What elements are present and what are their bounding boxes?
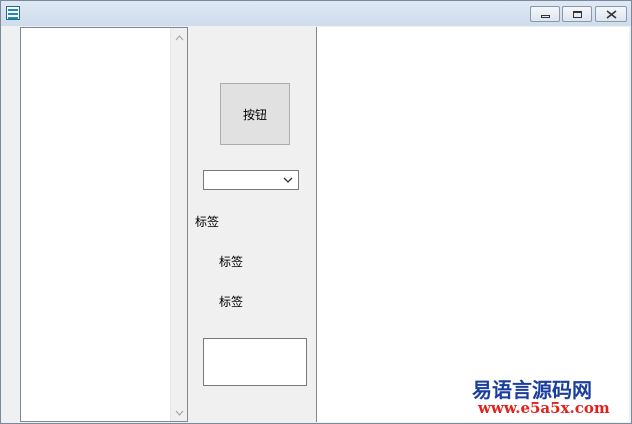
app-icon[interactable] bbox=[6, 6, 20, 20]
minimize-icon bbox=[541, 15, 550, 18]
restore-button[interactable] bbox=[562, 6, 592, 22]
main-window bbox=[0, 0, 632, 424]
watermark-url: www.e5a5x.com bbox=[478, 399, 610, 417]
close-button[interactable] bbox=[595, 6, 627, 22]
label-1: 标签 bbox=[195, 215, 220, 229]
right-pane[interactable] bbox=[316, 27, 629, 422]
combo-box[interactable] bbox=[203, 170, 299, 190]
restore-icon bbox=[573, 11, 582, 18]
chevron-down-icon[interactable] bbox=[171, 405, 187, 421]
chevron-down-icon[interactable] bbox=[282, 175, 294, 185]
close-icon bbox=[606, 10, 617, 19]
chevron-up-icon[interactable] bbox=[171, 30, 187, 46]
list-box[interactable] bbox=[20, 27, 188, 422]
label-3: 标签 bbox=[219, 295, 244, 309]
vertical-scrollbar[interactable] bbox=[170, 28, 187, 421]
title-bar[interactable] bbox=[1, 1, 631, 26]
button[interactable]: 按钮 bbox=[220, 83, 290, 145]
label-2: 标签 bbox=[219, 255, 244, 269]
minimize-button[interactable] bbox=[530, 6, 560, 22]
edit-box[interactable] bbox=[203, 338, 307, 386]
